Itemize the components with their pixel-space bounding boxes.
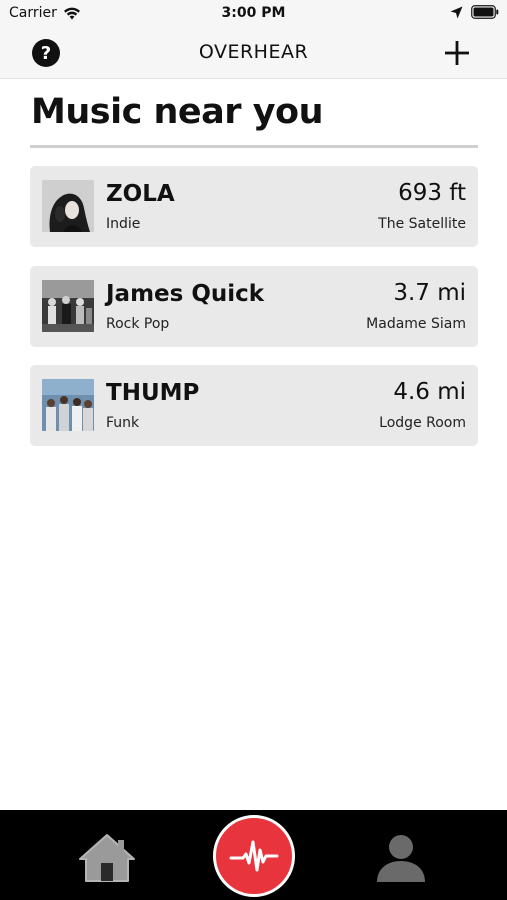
genre-label: Funk	[106, 415, 140, 431]
artist-photo	[42, 379, 94, 431]
show-card-thump[interactable]: THUMP Funk 4.6 mi Lodge Room	[30, 365, 478, 446]
page-title: Music near you	[31, 92, 324, 132]
distance-label: 4.6 mi	[393, 379, 466, 405]
distance-label: 3.7 mi	[393, 280, 466, 306]
tab-bar	[0, 810, 507, 900]
nav-bar: ? OVERHEAR	[0, 28, 507, 79]
home-icon[interactable]	[78, 832, 136, 884]
artist-name: ZOLA	[106, 181, 175, 207]
venue-label: The Satellite	[378, 216, 466, 232]
artist-photo	[42, 280, 94, 332]
genre-label: Rock Pop	[106, 316, 170, 332]
show-card-zola[interactable]: ZOLA Indie 693 ft The Satellite	[30, 166, 478, 247]
distance-label: 693 ft	[398, 180, 466, 206]
artist-photo	[42, 180, 94, 232]
listen-button[interactable]	[213, 815, 295, 897]
app-title: OVERHEAR	[198, 41, 309, 63]
artist-name: James Quick	[106, 281, 265, 307]
screen: Carrier 3:00 PM ? OVERHEAR Music near yo…	[0, 0, 507, 900]
heading-divider	[30, 145, 478, 148]
location-arrow-icon	[450, 6, 463, 18]
status-time: 3:00 PM	[221, 5, 286, 21]
profile-icon[interactable]	[374, 830, 428, 884]
show-card-james-quick[interactable]: James Quick Rock Pop 3.7 mi Madame Siam	[30, 266, 478, 347]
add-button[interactable]	[443, 39, 471, 67]
genre-label: Indie	[106, 216, 141, 232]
artist-name: THUMP	[106, 380, 200, 406]
venue-label: Lodge Room	[379, 415, 466, 431]
venue-label: Madame Siam	[366, 316, 466, 332]
plus-icon	[445, 41, 469, 65]
battery-icon	[471, 5, 499, 19]
status-right	[450, 5, 499, 19]
status-bar: Carrier 3:00 PM	[0, 0, 507, 28]
waveform-icon	[229, 840, 279, 872]
